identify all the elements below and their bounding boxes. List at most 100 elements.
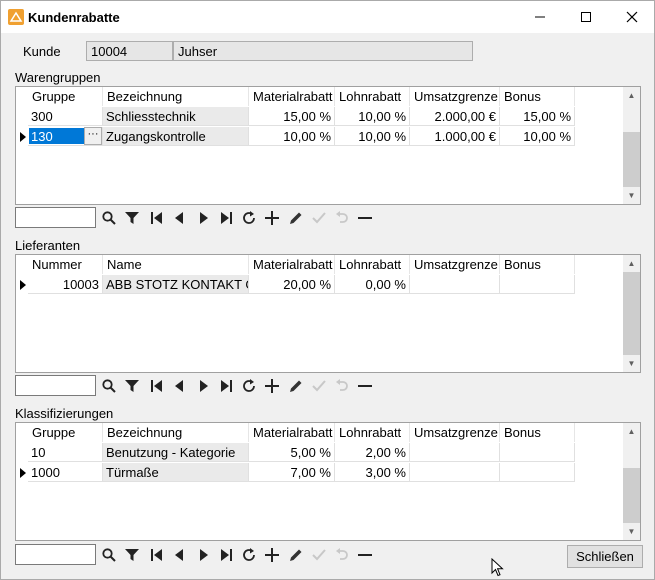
cell-bezeichnung[interactable]: Türmaße bbox=[103, 463, 249, 482]
next-icon[interactable] bbox=[192, 375, 214, 397]
cell-materialrabatt[interactable]: 5,00 % bbox=[249, 443, 335, 462]
vertical-scrollbar[interactable]: ▲ ▼ bbox=[623, 255, 640, 372]
column-header[interactable]: Umsatzgrenze bbox=[410, 87, 500, 106]
cell-name[interactable]: ABB STOTZ KONTAKT G bbox=[103, 275, 249, 294]
warengruppen-grid[interactable]: Gruppe Bezeichnung Materialrabatt Lohnra… bbox=[15, 86, 641, 205]
scroll-down-icon[interactable]: ▼ bbox=[623, 355, 640, 372]
cell-lohnrabatt[interactable]: 10,00 % bbox=[335, 127, 410, 146]
column-header[interactable]: Umsatzgrenze bbox=[410, 255, 500, 274]
cell-bonus[interactable] bbox=[500, 275, 575, 294]
cell-gruppe-edit[interactable]: 130 ··· bbox=[28, 127, 103, 146]
scroll-thumb[interactable] bbox=[623, 468, 640, 523]
confirm-icon[interactable] bbox=[308, 544, 330, 566]
row-indicator[interactable] bbox=[16, 443, 28, 462]
edit-icon[interactable] bbox=[285, 544, 307, 566]
scroll-thumb[interactable] bbox=[623, 272, 640, 355]
column-header[interactable]: Umsatzgrenze bbox=[410, 423, 500, 442]
cell-lohnrabatt[interactable]: 0,00 % bbox=[335, 275, 410, 294]
cell-materialrabatt[interactable]: 7,00 % bbox=[249, 463, 335, 482]
refresh-icon[interactable] bbox=[238, 207, 260, 229]
last-icon[interactable] bbox=[215, 544, 237, 566]
scroll-up-icon[interactable]: ▲ bbox=[623, 423, 640, 440]
row-indicator[interactable] bbox=[16, 127, 28, 146]
column-header[interactable]: Bezeichnung bbox=[103, 423, 249, 442]
first-icon[interactable] bbox=[146, 207, 168, 229]
column-header[interactable]: Lohnrabatt bbox=[335, 87, 410, 106]
next-icon[interactable] bbox=[192, 207, 214, 229]
cell-nummer[interactable]: 10003 bbox=[28, 275, 103, 294]
scroll-up-icon[interactable]: ▲ bbox=[623, 255, 640, 272]
cell-umsatzgrenze[interactable]: 2.000,00 € bbox=[410, 107, 500, 126]
last-icon[interactable] bbox=[215, 375, 237, 397]
cell-bezeichnung[interactable]: Benutzung - Kategorie bbox=[103, 443, 249, 462]
cell-umsatzgrenze[interactable] bbox=[410, 443, 500, 462]
cell-bezeichnung[interactable]: Schliesstechnik bbox=[103, 107, 249, 126]
column-header[interactable]: Materialrabatt bbox=[249, 255, 335, 274]
column-header[interactable]: Nummer bbox=[28, 255, 103, 274]
vertical-scrollbar[interactable]: ▲ ▼ bbox=[623, 423, 640, 540]
cell-materialrabatt[interactable]: 20,00 % bbox=[249, 275, 335, 294]
first-icon[interactable] bbox=[146, 544, 168, 566]
column-header[interactable]: Bonus bbox=[500, 87, 575, 106]
first-icon[interactable] bbox=[146, 375, 168, 397]
cell-materialrabatt[interactable]: 15,00 % bbox=[249, 107, 335, 126]
column-header[interactable]: Bonus bbox=[500, 423, 575, 442]
cell-gruppe[interactable]: 1000 bbox=[28, 463, 103, 482]
lieferanten-grid[interactable]: Nummer Name Materialrabatt Lohnrabatt Um… bbox=[15, 254, 641, 373]
cell-umsatzgrenze[interactable] bbox=[410, 275, 500, 294]
cell-bonus[interactable]: 10,00 % bbox=[500, 127, 575, 146]
column-header[interactable]: Bonus bbox=[500, 255, 575, 274]
prev-icon[interactable] bbox=[169, 544, 191, 566]
scroll-down-icon[interactable]: ▼ bbox=[623, 187, 640, 204]
column-header[interactable]: Lohnrabatt bbox=[335, 255, 410, 274]
cell-gruppe-value[interactable]: 130 bbox=[29, 128, 87, 144]
delete-icon[interactable] bbox=[354, 207, 376, 229]
close-button[interactable]: Schließen bbox=[567, 545, 643, 568]
cell-materialrabatt[interactable]: 10,00 % bbox=[249, 127, 335, 146]
search-input[interactable] bbox=[15, 544, 96, 565]
edit-icon[interactable] bbox=[285, 375, 307, 397]
search-icon[interactable] bbox=[98, 207, 120, 229]
minimize-button[interactable] bbox=[517, 1, 563, 33]
title-bar[interactable]: Kundenrabatte bbox=[1, 1, 654, 33]
column-header[interactable]: Lohnrabatt bbox=[335, 423, 410, 442]
prev-icon[interactable] bbox=[169, 375, 191, 397]
column-header[interactable]: Gruppe bbox=[28, 423, 103, 442]
row-indicator[interactable] bbox=[16, 275, 28, 294]
undo-icon[interactable] bbox=[331, 207, 353, 229]
cell-umsatzgrenze[interactable] bbox=[410, 463, 500, 482]
cell-bonus[interactable] bbox=[500, 443, 575, 462]
delete-icon[interactable] bbox=[354, 544, 376, 566]
search-input[interactable] bbox=[15, 207, 96, 228]
klassifizierungen-grid[interactable]: Gruppe Bezeichnung Materialrabatt Lohnra… bbox=[15, 422, 641, 541]
confirm-icon[interactable] bbox=[308, 207, 330, 229]
close-window-button[interactable] bbox=[609, 1, 655, 33]
add-icon[interactable] bbox=[261, 544, 283, 566]
search-icon[interactable] bbox=[98, 375, 120, 397]
vertical-scrollbar[interactable]: ▲ ▼ bbox=[623, 87, 640, 204]
undo-icon[interactable] bbox=[331, 375, 353, 397]
filter-icon[interactable] bbox=[121, 375, 143, 397]
search-input[interactable] bbox=[15, 375, 96, 396]
filter-icon[interactable] bbox=[121, 207, 143, 229]
cell-bezeichnung[interactable]: Zugangskontrolle bbox=[103, 127, 249, 146]
cell-gruppe[interactable]: 10 bbox=[28, 443, 103, 462]
cell-umsatzgrenze[interactable]: 1.000,00 € bbox=[410, 127, 500, 146]
confirm-icon[interactable] bbox=[308, 375, 330, 397]
delete-icon[interactable] bbox=[354, 375, 376, 397]
scroll-up-icon[interactable]: ▲ bbox=[623, 87, 640, 104]
cell-lohnrabatt[interactable]: 3,00 % bbox=[335, 463, 410, 482]
next-icon[interactable] bbox=[192, 544, 214, 566]
add-icon[interactable] bbox=[261, 207, 283, 229]
lookup-button[interactable]: ··· bbox=[84, 127, 102, 145]
last-icon[interactable] bbox=[215, 207, 237, 229]
cell-gruppe[interactable]: 300 bbox=[28, 107, 103, 126]
scroll-down-icon[interactable]: ▼ bbox=[623, 523, 640, 540]
column-header[interactable]: Materialrabatt bbox=[249, 87, 335, 106]
scroll-thumb[interactable] bbox=[623, 132, 640, 187]
column-header[interactable]: Materialrabatt bbox=[249, 423, 335, 442]
column-header[interactable]: Name bbox=[103, 255, 249, 274]
cell-bonus[interactable]: 15,00 % bbox=[500, 107, 575, 126]
row-indicator[interactable] bbox=[16, 463, 28, 482]
maximize-button[interactable] bbox=[563, 1, 609, 33]
